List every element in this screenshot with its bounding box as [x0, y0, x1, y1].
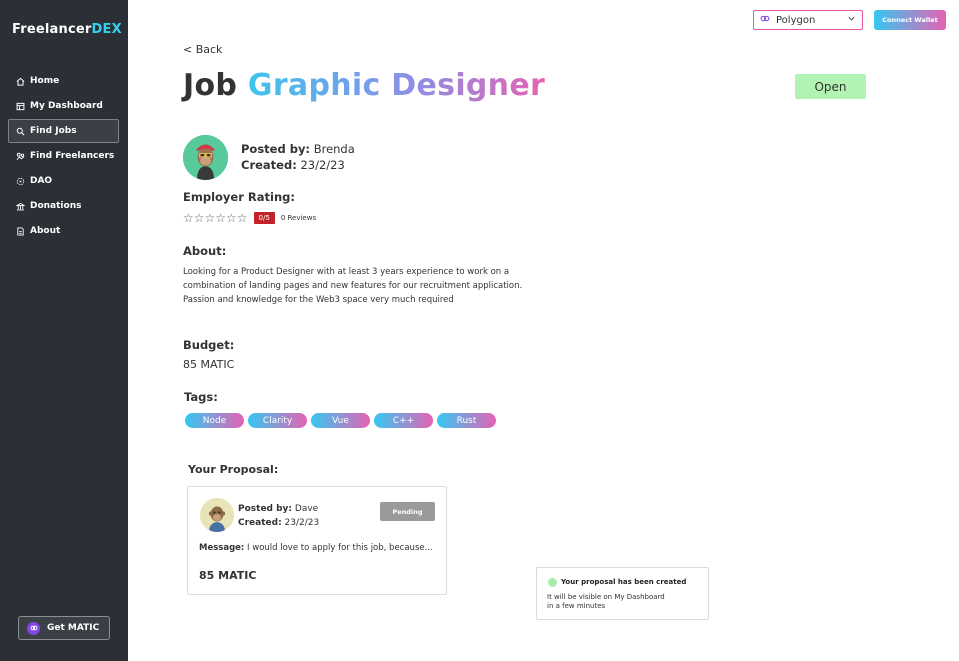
- proposal-created-toast[interactable]: Your proposal has been created It will b…: [536, 567, 709, 620]
- proposal-posted-by-label: Posted by:: [238, 504, 293, 514]
- network-select-value: Polygon: [776, 14, 816, 26]
- tags-label: Tags:: [184, 390, 218, 404]
- rating-reviews-count: 0 Reviews: [280, 214, 317, 222]
- success-dot-icon: [548, 578, 557, 587]
- dao-icon: [15, 176, 25, 186]
- sidebar-item-label: DAO: [30, 176, 53, 186]
- about-label: About:: [183, 244, 227, 258]
- sidebar-item-label: Home: [30, 76, 60, 86]
- sidebar-item-find-jobs[interactable]: Find Jobs: [8, 119, 119, 143]
- proposal-message-label: Message:: [199, 543, 245, 553]
- sidebar-item-find-freelancers[interactable]: Find Freelancers: [8, 144, 119, 168]
- network-select[interactable]: Polygon: [753, 10, 863, 30]
- sidebar-item-label: About: [30, 226, 61, 236]
- proposal-message: Message: I would love to apply for this …: [199, 543, 433, 553]
- polygon-icon: [27, 621, 40, 635]
- connect-wallet-button[interactable]: Connect Wallet: [874, 10, 946, 30]
- home-icon: [15, 76, 25, 86]
- freelancer-avatar: [200, 498, 234, 532]
- sidebar-item-about[interactable]: About: [8, 219, 119, 243]
- budget-label: Budget:: [183, 338, 235, 352]
- dashboard-icon: [15, 101, 25, 111]
- get-matic-button[interactable]: Get MATIC: [18, 616, 110, 640]
- toast-body: It will be visible on My Dashboard in a …: [547, 593, 697, 611]
- brand-logo[interactable]: FreelancerDEX: [12, 22, 122, 37]
- sidebar-nav: Home My Dashboard Find Jobs Find Freelan…: [8, 69, 119, 244]
- toast-body-line: It will be visible on My Dashboard: [547, 593, 665, 601]
- tag-rust[interactable]: Rust: [437, 413, 496, 428]
- sidebar-item-label: My Dashboard: [30, 101, 103, 111]
- proposal-status-badge: Pending: [380, 502, 435, 521]
- toast-body-line: in a few minutes: [547, 602, 606, 610]
- sidebar-item-my-dashboard[interactable]: My Dashboard: [8, 94, 119, 118]
- budget-value: 85 MATIC: [183, 358, 235, 371]
- rating-score-badge: 0/5: [253, 212, 275, 224]
- employer-rating-label: Employer Rating:: [183, 190, 295, 204]
- proposal-message-text: I would love to apply for this job, beca…: [247, 543, 433, 553]
- get-matic-label: Get MATIC: [47, 623, 100, 633]
- proposal-author-info: Posted by: Dave Created: 23/2/23: [238, 502, 319, 530]
- posted-by-label: Posted by:: [241, 142, 311, 156]
- about-text: Looking for a Product Designer with at l…: [183, 267, 523, 305]
- job-status-badge: Open: [795, 74, 866, 99]
- job-title-prefix: Job: [183, 68, 238, 103]
- page-title: Job Graphic Designer: [183, 68, 545, 103]
- your-proposal-label: Your Proposal:: [188, 463, 279, 476]
- created-value: 23/2/23: [300, 158, 345, 172]
- proposal-card[interactable]: Posted by: Dave Created: 23/2/23 Pending…: [187, 486, 447, 595]
- tag-vue[interactable]: Vue: [311, 413, 370, 428]
- employer-avatar: [183, 135, 228, 180]
- employer-info: Posted by: Brenda Created: 23/2/23: [241, 141, 355, 173]
- sidebar-item-home[interactable]: Home: [8, 69, 119, 93]
- employer-rating: ☆☆☆☆☆☆ 0/5 0 Reviews: [183, 211, 316, 225]
- sidebar-item-donations[interactable]: Donations: [8, 194, 119, 218]
- tag-clarity[interactable]: Clarity: [248, 413, 307, 428]
- created-label: Created:: [241, 158, 297, 172]
- sidebar: FreelancerDEX Home My Dashboard Find Job…: [0, 0, 128, 661]
- posted-by-value: Brenda: [313, 142, 355, 156]
- freelancers-icon: [15, 151, 25, 161]
- sidebar-item-label: Donations: [30, 201, 82, 211]
- proposal-posted-by-value: Dave: [294, 504, 319, 514]
- tag-cpp[interactable]: C++: [374, 413, 433, 428]
- tags-list: Node Clarity Vue C++ Rust: [185, 413, 500, 428]
- donations-icon: [15, 201, 25, 211]
- brand-name-part1: Freelancer: [12, 22, 92, 37]
- proposal-created-value: 23/2/23: [284, 518, 320, 528]
- polygon-icon: [760, 14, 770, 26]
- brand-name-part2: DEX: [91, 22, 122, 37]
- chevron-down-icon: [847, 14, 856, 26]
- sidebar-item-label: Find Freelancers: [30, 151, 115, 161]
- job-title-name: Graphic Designer: [247, 68, 546, 103]
- tag-node[interactable]: Node: [185, 413, 244, 428]
- about-icon: [15, 226, 25, 236]
- back-link[interactable]: < Back: [183, 43, 222, 56]
- rating-stars-icon: ☆☆☆☆☆☆: [183, 211, 248, 225]
- search-icon: [15, 126, 25, 136]
- proposal-created-label: Created:: [238, 518, 282, 528]
- sidebar-item-label: Find Jobs: [30, 126, 77, 136]
- sidebar-item-dao[interactable]: DAO: [8, 169, 119, 193]
- proposal-amount: 85 MATIC: [199, 569, 257, 582]
- toast-title: Your proposal has been created: [561, 578, 687, 586]
